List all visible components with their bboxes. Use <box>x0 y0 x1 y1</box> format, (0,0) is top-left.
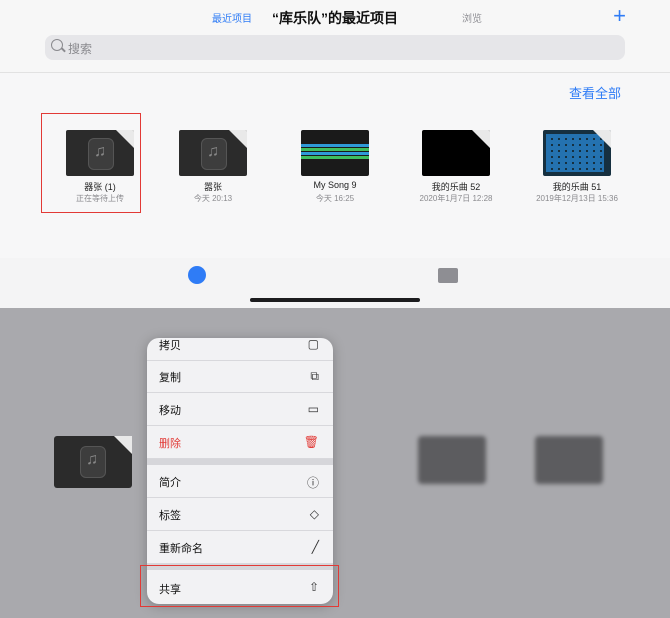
menu-item-move[interactable]: 移动 ▭ <box>147 393 333 426</box>
context-menu-overlay: 拷贝▢ 复制⧉ 移动▭ 删除🗑 简介ⓘ 标签◇ 重新命名╱ 共享⇧ <box>0 308 670 618</box>
search-placeholder: 搜索 <box>68 42 93 56</box>
file-name: 我的乐曲 52 <box>431 182 481 192</box>
clock-icon <box>188 266 206 284</box>
trash-icon: 🗑 <box>303 435 319 449</box>
copy-doc-icon: ▢ <box>307 338 319 351</box>
recent-projects-screen: “库乐队”的最近项目 + 搜索 查看全部 器张 (1) 正在等待上传 嚣张 今天… <box>0 0 670 308</box>
file-item[interactable]: 我的乐曲 52 2020年1月7日 12:28 <box>386 114 526 210</box>
tag-icon: ◇ <box>309 507 319 521</box>
duplicate-icon: ⧉ <box>310 369 319 383</box>
menu-item-duplicate[interactable]: 复制 ⧉ <box>147 360 333 393</box>
home-indicator <box>250 298 420 302</box>
tab-browse[interactable]: 浏览 <box>462 10 482 25</box>
menu-item-rename[interactable]: 重新命名 ╱ <box>147 531 333 564</box>
selected-file-preview <box>54 436 132 488</box>
page-title: “库乐队”的最近项目 <box>272 10 398 26</box>
file-item[interactable]: My Song 9 今天 16:25 <box>265 114 405 210</box>
file-name: 我的乐曲 51 <box>552 182 602 192</box>
see-all-link[interactable]: 查看全部 <box>569 83 621 102</box>
pencil-icon: ╱ <box>311 540 319 554</box>
file-date: 今天 16:25 <box>315 194 355 203</box>
file-name: 嚣张 <box>203 182 222 192</box>
folder-icon <box>438 268 458 283</box>
file-thumbnail <box>543 130 611 176</box>
menu-item-copy[interactable]: 拷贝 ▢ <box>147 338 333 361</box>
add-icon[interactable]: + <box>613 3 626 29</box>
search-input[interactable]: 搜索 <box>45 35 625 60</box>
file-date: 2019年12月13日 15:36 <box>536 194 618 203</box>
menu-item-delete[interactable]: 删除 🗑 <box>147 426 333 459</box>
menu-item-info[interactable]: 简介 ⓘ <box>147 465 333 498</box>
file-thumbnail <box>301 130 369 176</box>
file-name: My Song 9 <box>313 180 357 190</box>
highlight-box <box>140 565 339 607</box>
file-item[interactable]: 我的乐曲 51 2019年12月13日 15:36 <box>507 114 647 210</box>
tab-recent[interactable]: 最近项目 <box>212 10 252 25</box>
file-date: 今天 20:13 <box>193 194 233 203</box>
file-thumbnail <box>179 130 247 176</box>
folder-icon: ▭ <box>307 402 319 416</box>
info-icon: ⓘ <box>306 476 319 490</box>
guitar-icon <box>201 138 227 170</box>
file-date: 2020年1月7日 12:28 <box>419 194 493 203</box>
file-item[interactable]: 嚣张 今天 20:13 <box>143 114 283 210</box>
file-thumbnail <box>422 130 490 176</box>
guitar-icon <box>80 446 106 478</box>
search-icon <box>51 39 63 51</box>
highlight-box <box>41 113 141 213</box>
menu-item-tags[interactable]: 标签 ◇ <box>147 498 333 531</box>
header-bar: “库乐队”的最近项目 + 搜索 <box>0 0 670 73</box>
